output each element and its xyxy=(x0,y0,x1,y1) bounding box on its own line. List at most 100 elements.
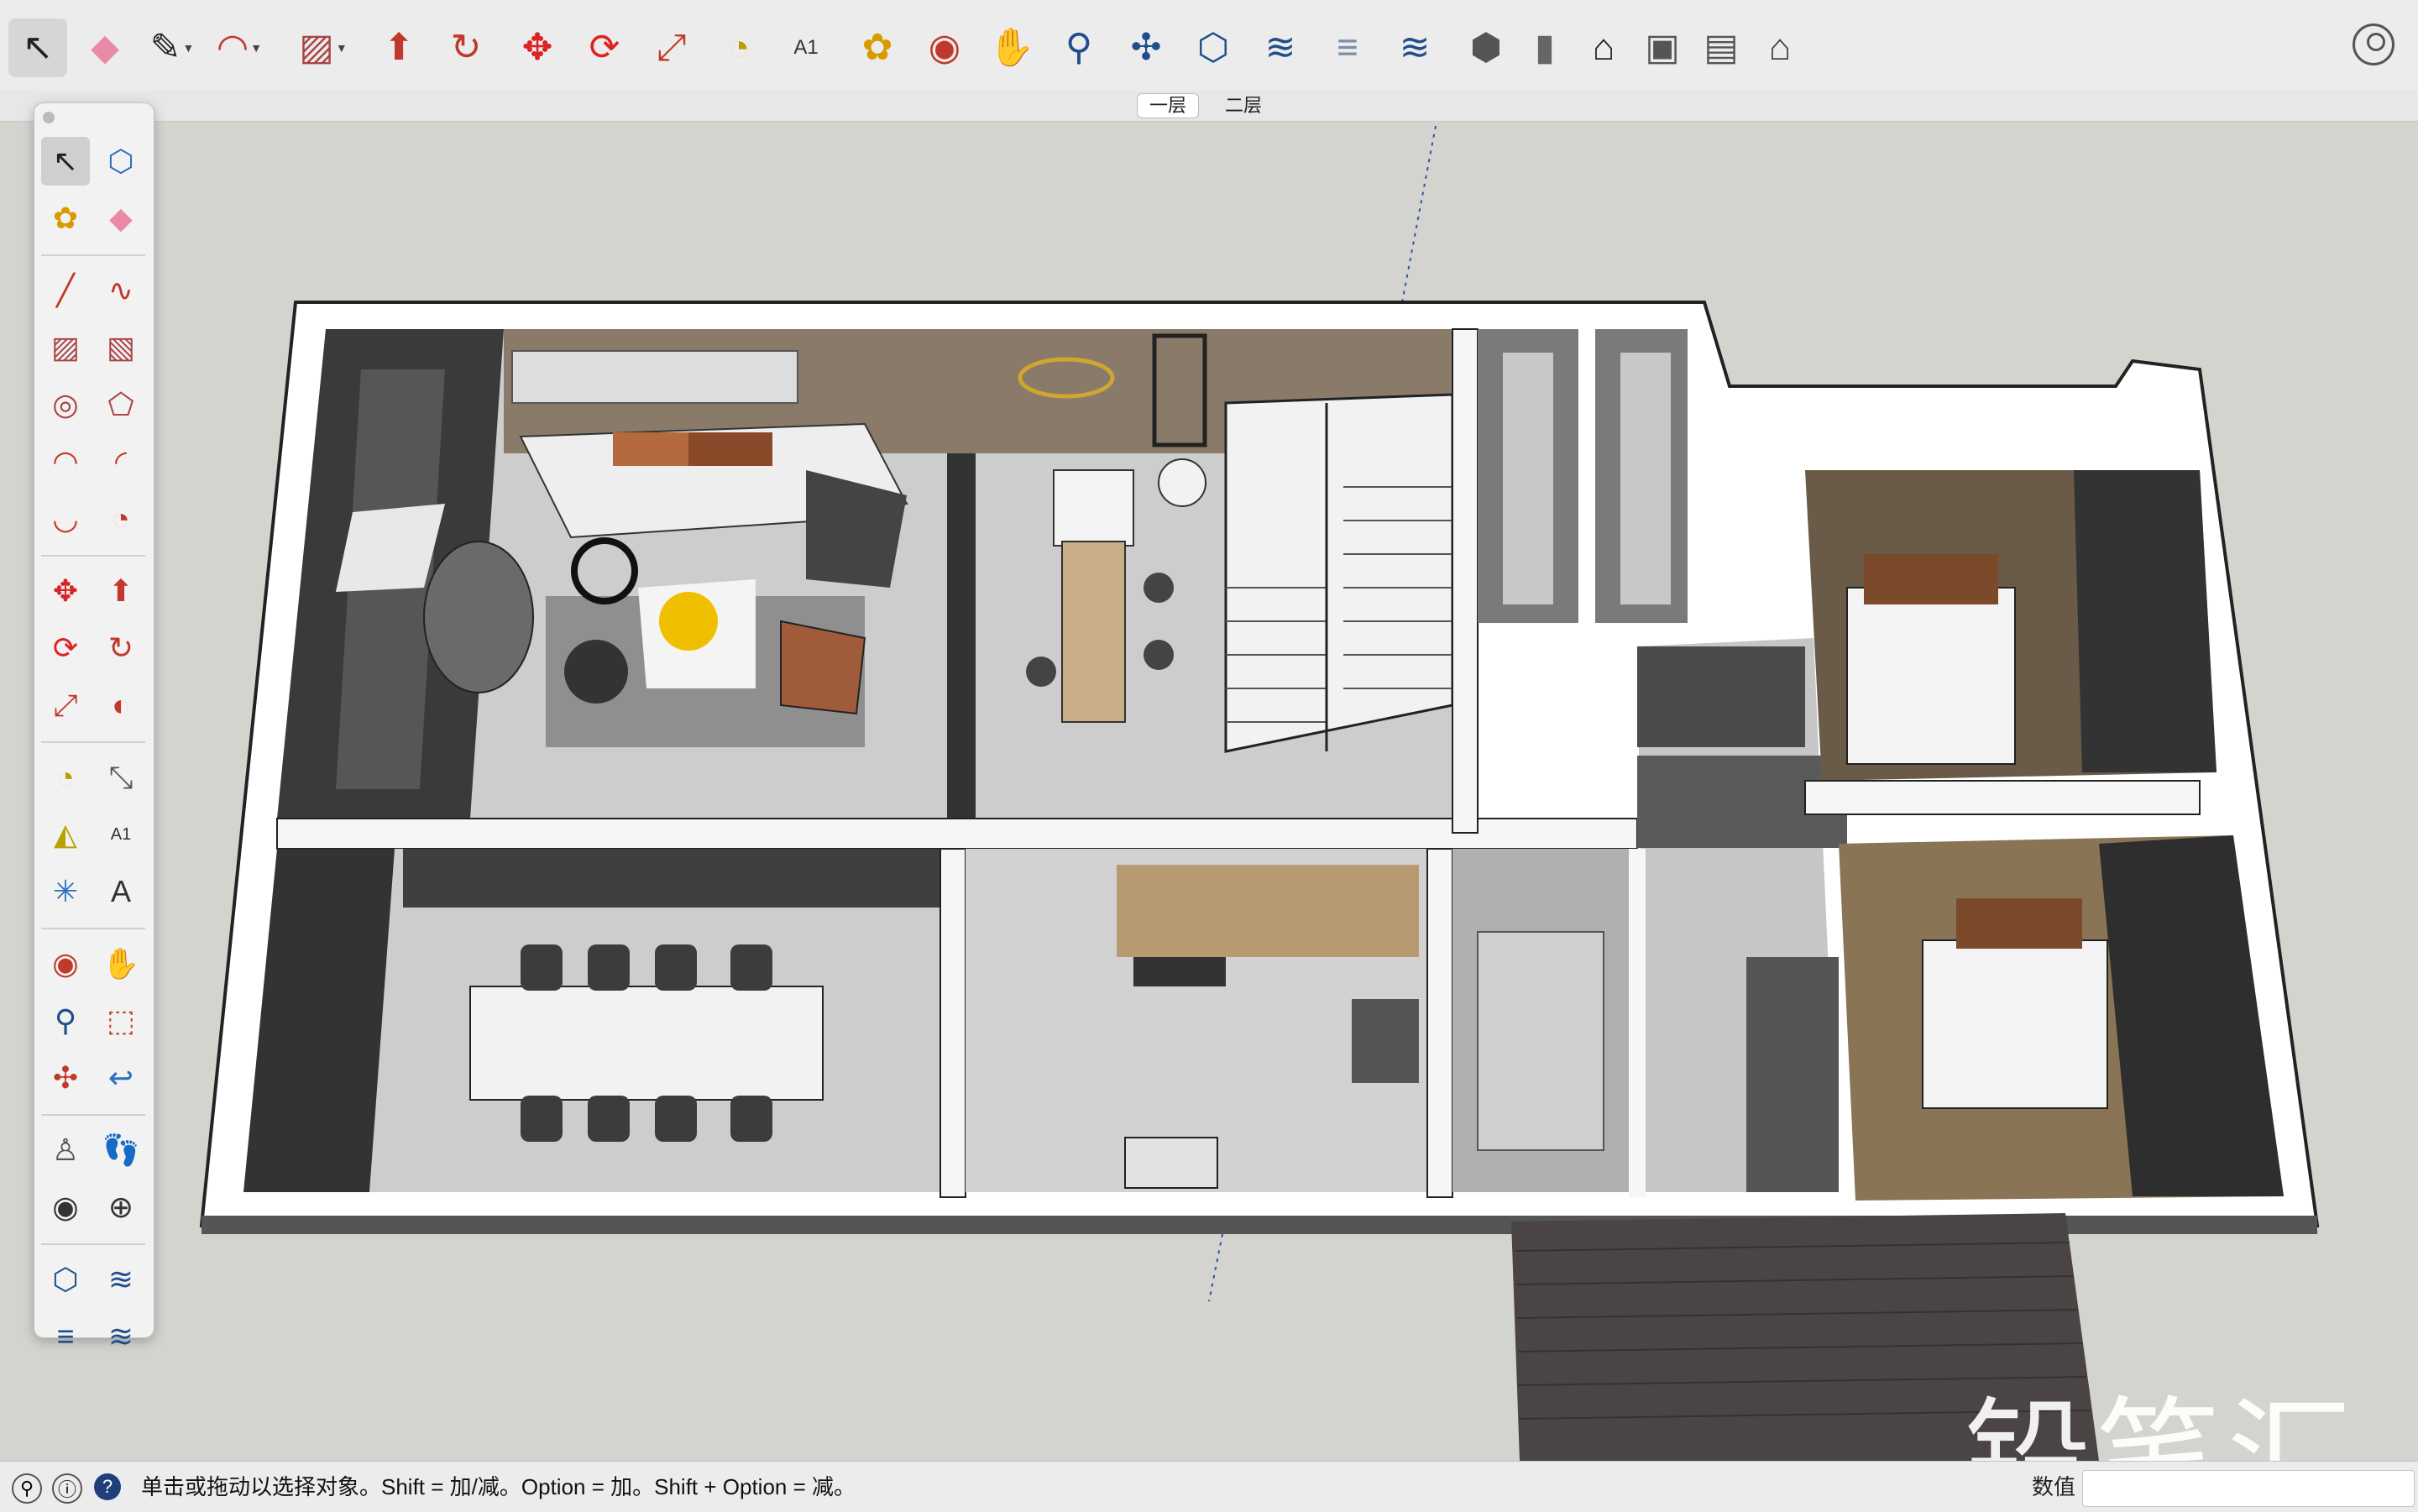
text-tool-icon[interactable]: A1 xyxy=(777,18,835,77)
floor-plan-model xyxy=(199,125,2320,1461)
rectangle-tool-icon[interactable]: ▨ ▼ xyxy=(294,18,353,77)
pan-tool-icon[interactable]: ✋ xyxy=(982,18,1041,77)
scene-tab-floor-2[interactable]: 二层 xyxy=(1213,94,1274,118)
eraser-tool-icon[interactable]: ◆ xyxy=(97,194,145,243)
right-view-icon[interactable]: ▣ xyxy=(1633,18,1692,77)
position-camera-tool-icon[interactable]: ♙ xyxy=(41,1126,90,1175)
partition-wall xyxy=(947,453,976,819)
zoom-window-tool-icon[interactable]: ⬚ xyxy=(97,997,145,1045)
extension-tool-icon[interactable]: ≋ xyxy=(97,1255,145,1304)
blue-axis-line-lower xyxy=(1208,1225,1225,1302)
dropdown-caret-icon[interactable]: ▼ xyxy=(250,42,262,54)
large-tool-set-palette[interactable]: ↖ ⬡ ✿ ◆ ╱ ∿ ▨ ▧ ◎ ⬠ ◠ ◜ ◡ ◔ ✥ ⬆ ⟳ ↻ ⤢ ◐ ◔ ⤡ ◭ A1 ✳ A ◉ ✋ ⚲ ⬚ ✣ ↩ ♙ 👣 ◉ ⊕ ⬡ ≋ ≡… xyxy=(34,102,154,1352)
scale-tool-icon[interactable]: ⤢ xyxy=(41,681,90,730)
measurements-input[interactable] xyxy=(2082,1470,2415,1507)
line-tool-icon[interactable]: ╱ xyxy=(41,266,90,315)
follow-me-tool-icon[interactable]: ↻ xyxy=(97,624,145,672)
polygon-tool-icon[interactable]: ⬠ xyxy=(97,380,145,429)
palette-close-icon[interactable] xyxy=(43,112,55,123)
lounge-chair xyxy=(423,541,534,693)
component-tool-icon[interactable]: ⬡ xyxy=(97,137,145,186)
move-tool-icon[interactable]: ✥ xyxy=(508,18,567,77)
brand-watermark: 铅笔汇 xyxy=(1965,1385,2358,1461)
extension-settings-tool-icon[interactable]: ≋ xyxy=(97,1312,145,1361)
layers-tool-icon[interactable]: ≡ xyxy=(41,1312,90,1361)
offset-tool-icon[interactable]: ◐ xyxy=(97,681,145,730)
warehouse-tool-icon[interactable]: ⬡ xyxy=(41,1255,90,1304)
tape-measure-tool-icon[interactable]: ◔ xyxy=(709,18,768,77)
bedroom-1-curtain xyxy=(2074,470,2216,772)
scale-tool-icon[interactable]: ⤢ xyxy=(642,18,701,77)
layers-tool-icon[interactable]: ≡ xyxy=(1318,18,1377,77)
bed-2 xyxy=(1922,939,2108,1109)
zoom-extents-tool-icon[interactable]: ✣ xyxy=(1117,18,1175,77)
circle-tool-icon[interactable]: ◎ xyxy=(41,380,90,429)
extension-settings-tool-icon[interactable]: ≋ xyxy=(1385,18,1444,77)
orbit-tool-icon[interactable]: ◉ xyxy=(915,18,974,77)
walk-tool-icon[interactable]: 👣 xyxy=(97,1126,145,1175)
rotate-tool-icon[interactable]: ⟳ xyxy=(575,18,634,77)
palette-separator xyxy=(41,741,145,743)
tv-panel xyxy=(511,350,798,404)
model-viewport[interactable]: 铅笔汇 SU模型ID:385996 xyxy=(0,122,2418,1461)
pencil-tool-icon[interactable]: ✎ ▼ xyxy=(143,18,202,77)
dropdown-caret-icon[interactable]: ▼ xyxy=(183,42,195,54)
pan-tool-icon[interactable]: ✋ xyxy=(97,939,145,988)
zoom-tool-icon[interactable]: ⚲ xyxy=(41,997,90,1045)
arc-tool-icon[interactable]: ◠ ▼ xyxy=(210,18,269,77)
user-account-icon[interactable] xyxy=(2353,24,2394,65)
main-toolbar: ↖ ◆ ✎ ▼ ◠ ▼ ▨ ▼ ⬆ ↻ ✥ ⟳ ⤢ ◔ A1 ✿ ◉ ✋ ⚲ ✣ ⬡ ≋ ≡ ≋ ⬢ ▮ ⌂ ▣ ▤ ⌂ xyxy=(0,0,2418,92)
arc-tool-icon[interactable]: ◠ xyxy=(41,437,90,486)
accent-chair xyxy=(780,620,866,715)
warehouse-tool-icon[interactable]: ⬡ xyxy=(1184,18,1243,77)
push-pull-tool-icon[interactable]: ⬆ xyxy=(369,18,428,77)
move-tool-icon[interactable]: ✥ xyxy=(41,567,90,615)
rotated-rectangle-tool-icon[interactable]: ▧ xyxy=(97,323,145,372)
orbit-tool-icon[interactable]: ◉ xyxy=(41,939,90,988)
select-tool-icon[interactable]: ↖ xyxy=(41,137,90,186)
kitchen-sink xyxy=(1124,1137,1218,1189)
paint-bucket-tool-icon[interactable]: ✿ xyxy=(41,194,90,243)
scene-tabs-bar: 一层 二层 xyxy=(0,91,2418,122)
freehand-tool-icon[interactable]: ∿ xyxy=(97,266,145,315)
push-pull-tool-icon[interactable]: ⬆ xyxy=(97,567,145,615)
flower-vase xyxy=(659,592,718,651)
help-icon[interactable]: ? xyxy=(94,1473,121,1500)
back-view-icon[interactable]: ▤ xyxy=(1692,18,1751,77)
top-view-icon[interactable]: ▮ xyxy=(1515,18,1574,77)
dimension-tool-icon[interactable]: ⤡ xyxy=(97,753,145,802)
status-message: 单击或拖动以选择对象。Shift = 加/减。Option = 加。Shift … xyxy=(141,1474,856,1499)
3d-text-tool-icon[interactable]: A xyxy=(97,867,145,916)
zoom-tool-icon[interactable]: ⚲ xyxy=(1049,18,1108,77)
look-around-tool-icon[interactable]: ◉ xyxy=(41,1183,90,1232)
status-bar: ⚲ ⓘ ? 单击或拖动以选择对象。Shift = 加/减。Option = 加。… xyxy=(0,1461,2418,1512)
extension-tool-icon[interactable]: ≋ xyxy=(1251,18,1310,77)
select-tool-icon[interactable]: ↖ xyxy=(8,18,67,77)
follow-me-tool-icon[interactable]: ↻ xyxy=(437,18,495,77)
eraser-tool-icon[interactable]: ◆ xyxy=(76,18,134,77)
rectangle-tool-icon[interactable]: ▨ xyxy=(41,323,90,372)
axes-tool-icon[interactable]: ✳ xyxy=(41,867,90,916)
two-point-arc-tool-icon[interactable]: ◜ xyxy=(97,437,145,486)
geo-location-icon[interactable]: ⚲ xyxy=(12,1473,42,1504)
palette-separator xyxy=(41,928,145,929)
zoom-extents-tool-icon[interactable]: ✣ xyxy=(41,1054,90,1102)
palette-separator xyxy=(41,254,145,256)
left-view-icon[interactable]: ⌂ xyxy=(1751,18,1809,77)
scene-tab-floor-1[interactable]: 一层 xyxy=(1138,94,1199,118)
dropdown-caret-icon[interactable]: ▼ xyxy=(336,42,348,54)
protractor-tool-icon[interactable]: ◭ xyxy=(41,810,90,859)
credits-icon[interactable]: ⓘ xyxy=(52,1473,82,1504)
section-plane-tool-icon[interactable]: ⊕ xyxy=(97,1183,145,1232)
pie-tool-icon[interactable]: ◔ xyxy=(97,494,145,543)
round-side-table xyxy=(564,640,628,704)
iso-view-icon[interactable]: ⬢ xyxy=(1457,18,1515,77)
rotate-tool-icon[interactable]: ⟳ xyxy=(41,624,90,672)
three-point-arc-tool-icon[interactable]: ◡ xyxy=(41,494,90,543)
paint-bucket-tool-icon[interactable]: ✿ xyxy=(848,18,907,77)
previous-view-tool-icon[interactable]: ↩ xyxy=(97,1054,145,1102)
kitchen-cabinets xyxy=(1117,865,1419,957)
front-view-icon[interactable]: ⌂ xyxy=(1574,18,1633,77)
tape-measure-tool-icon[interactable]: ◔ xyxy=(41,753,90,802)
text-tool-icon[interactable]: A1 xyxy=(97,810,145,859)
